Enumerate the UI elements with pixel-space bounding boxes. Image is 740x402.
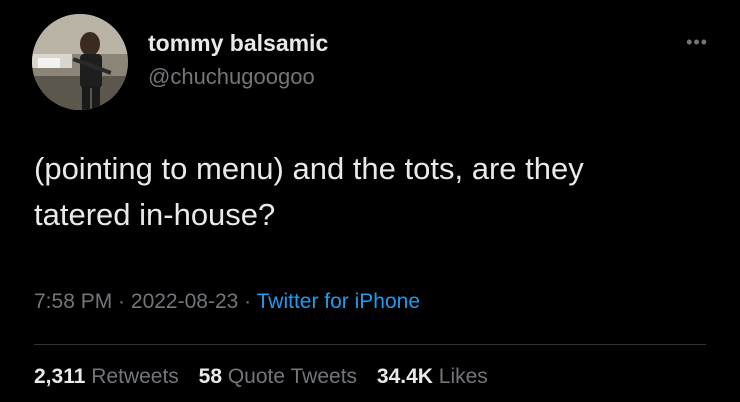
likes-stat[interactable]: 34.4K Likes xyxy=(377,365,488,388)
quote-tweets-count: 58 xyxy=(198,365,222,388)
quote-tweets-label: Quote Tweets xyxy=(227,365,358,388)
more-dots-icon[interactable]: ••• xyxy=(686,32,708,53)
user-handle[interactable]: @chuchugoogoo xyxy=(148,64,315,90)
meta-separator: · xyxy=(238,290,257,313)
likes-label: Likes xyxy=(438,365,488,388)
tweet-source-link[interactable]: Twitter for iPhone xyxy=(257,290,420,313)
quote-tweets-stat[interactable]: 58 Quote Tweets xyxy=(199,365,363,388)
retweets-label: Retweets xyxy=(91,365,179,388)
tweet-meta: 7:58 PM · 2022-08-23 · Twitter for iPhon… xyxy=(34,290,420,314)
display-name[interactable]: tommy balsamic xyxy=(148,30,328,57)
retweets-stat[interactable]: 2,311 Retweets xyxy=(34,365,185,388)
tweet-date[interactable]: 2022-08-23 xyxy=(131,290,238,313)
avatar[interactable] xyxy=(32,14,128,110)
meta-separator: · xyxy=(112,290,131,313)
retweets-count: 2,311 xyxy=(34,365,86,388)
avatar-image xyxy=(32,14,128,110)
divider xyxy=(34,344,706,345)
tweet-time[interactable]: 7:58 PM xyxy=(34,290,112,313)
tweet-card: tommy balsamic @chuchugoogoo ••• (pointi… xyxy=(0,0,740,402)
tweet-text: (pointing to menu) and the tots, are the… xyxy=(34,151,584,232)
tweet-stats: 2,311 Retweets 58 Quote Tweets 34.4K Lik… xyxy=(34,365,502,389)
likes-count: 34.4K xyxy=(376,365,433,388)
